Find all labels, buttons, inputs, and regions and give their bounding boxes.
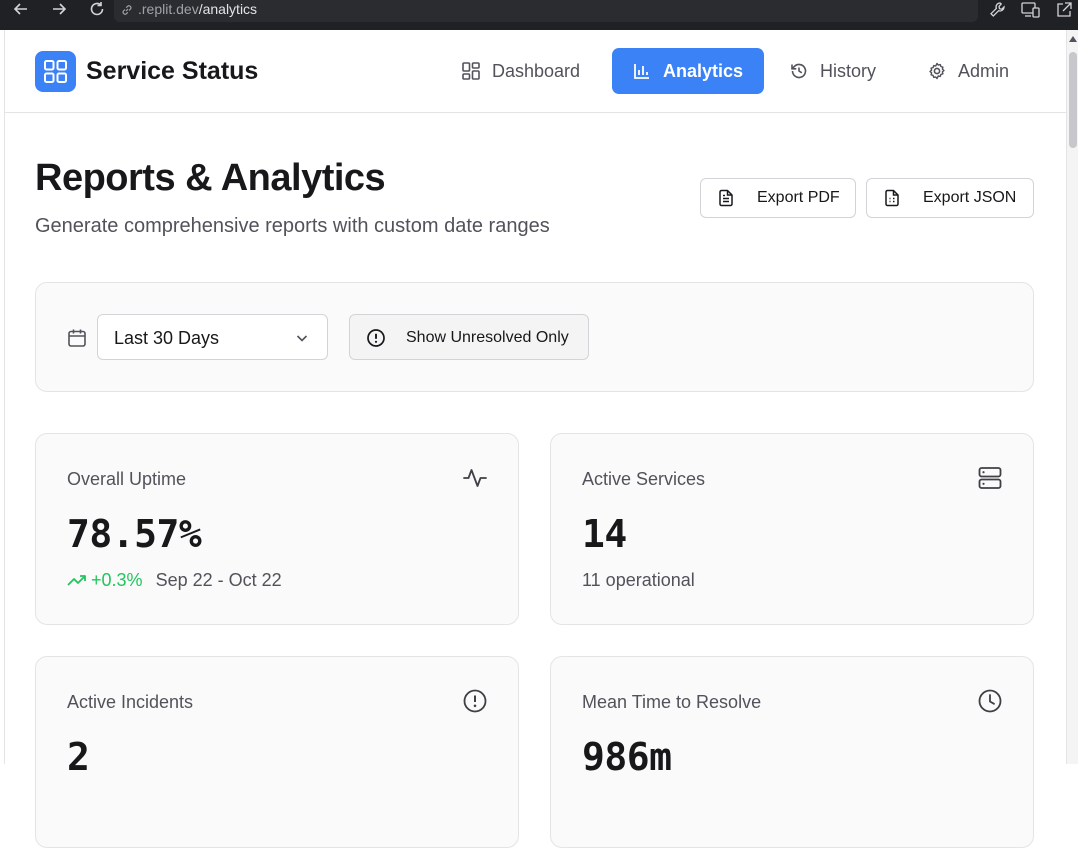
stat-card-mttr: Mean Time to Resolve 986m: [550, 656, 1034, 848]
calendar-icon: [68, 329, 86, 347]
uptime-trend: +0.3%: [67, 570, 148, 590]
uptime-label: Overall Uptime: [67, 469, 187, 489]
server-icon: [978, 467, 1002, 489]
app-viewport: Service Status Dashboard Analytics Histo: [4, 30, 1067, 848]
show-unresolved-toggle[interactable]: Show Unresolved Only: [349, 314, 589, 360]
open-external-icon[interactable]: [1054, 0, 1076, 22]
url-path: /analytics: [198, 1, 258, 17]
nav-dashboard-label: Dashboard: [492, 61, 581, 81]
services-value: 14: [582, 512, 627, 556]
export-json-button[interactable]: Export JSON: [866, 178, 1034, 218]
export-json-label: Export JSON: [923, 189, 1017, 206]
incidents-label: Active Incidents: [67, 692, 194, 712]
browser-toolbar: .replit.dev/analytics: [0, 0, 1078, 30]
export-pdf-label: Export PDF: [757, 189, 840, 206]
nav-analytics-label: Analytics: [663, 61, 744, 81]
logo[interactable]: [35, 51, 76, 92]
nav-history[interactable]: History: [789, 48, 889, 94]
clock-icon: [978, 689, 1002, 713]
nav-analytics[interactable]: Analytics: [612, 48, 764, 94]
uptime-value: 78.57%: [67, 512, 202, 556]
history-icon: [791, 63, 807, 79]
chevron-down-icon: [296, 335, 308, 342]
page-subtitle: Generate comprehensive reports with cust…: [35, 215, 550, 237]
filter-panel: Last 30 Days Show Unresolved Only: [35, 282, 1034, 392]
mttr-label: Mean Time to Resolve: [582, 692, 762, 712]
top-navigation: Service Status Dashboard Analytics Histo: [5, 30, 1067, 113]
back-icon[interactable]: [8, 0, 34, 22]
services-label: Active Services: [582, 469, 706, 489]
nav-history-label: History: [820, 61, 877, 81]
layout-grid-icon: [44, 60, 67, 83]
wrench-icon[interactable]: [988, 0, 1010, 22]
file-text-icon: [719, 189, 733, 207]
uptime-range: Sep 22 - Oct 22: [155, 570, 282, 590]
file-code-icon: [885, 189, 899, 207]
alert-circle-icon: [367, 329, 385, 347]
stat-card-uptime: Overall Uptime 78.57% +0.3% Sep 22 - Oct…: [35, 433, 519, 625]
url-host: .replit.dev: [138, 1, 199, 17]
scroll-up-icon[interactable]: [1069, 36, 1077, 42]
url-text: .replit.dev/analytics: [138, 1, 257, 17]
devices-icon[interactable]: [1020, 0, 1042, 22]
date-range-value: Last 30 Days: [114, 328, 220, 348]
date-range-select[interactable]: Last 30 Days: [97, 314, 328, 360]
scrollbar-thumb[interactable]: [1069, 52, 1077, 148]
alert-circle-icon: [463, 689, 487, 713]
show-unresolved-label: Show Unresolved Only: [406, 329, 569, 346]
stat-card-services: Active Services 14 11 operational: [550, 433, 1034, 625]
services-meta: 11 operational: [582, 570, 695, 590]
forward-icon[interactable]: [46, 0, 72, 22]
gear-icon: [929, 62, 945, 80]
stat-card-incidents: Active Incidents 2: [35, 656, 519, 848]
link-icon: [122, 5, 132, 15]
reload-icon[interactable]: [84, 0, 110, 22]
export-pdf-button[interactable]: Export PDF: [700, 178, 856, 218]
incidents-value: 2: [67, 735, 90, 779]
nav-admin[interactable]: Admin: [927, 48, 1017, 94]
brand-title[interactable]: Service Status: [86, 56, 258, 86]
uptime-trend-value: +0.3%: [91, 570, 143, 590]
nav-dashboard[interactable]: Dashboard: [461, 48, 591, 94]
address-bar[interactable]: .replit.dev/analytics: [114, 0, 978, 22]
trending-up-icon: [67, 575, 86, 586]
grid-icon: [462, 62, 480, 80]
bar-chart-icon: [634, 64, 649, 79]
uptime-meta: +0.3% Sep 22 - Oct 22: [67, 570, 282, 590]
nav-admin-label: Admin: [958, 61, 1010, 81]
page-title: Reports & Analytics: [35, 157, 386, 199]
scrollbar[interactable]: [1066, 30, 1078, 764]
activity-icon: [463, 469, 487, 487]
mttr-value: 986m: [582, 735, 672, 779]
